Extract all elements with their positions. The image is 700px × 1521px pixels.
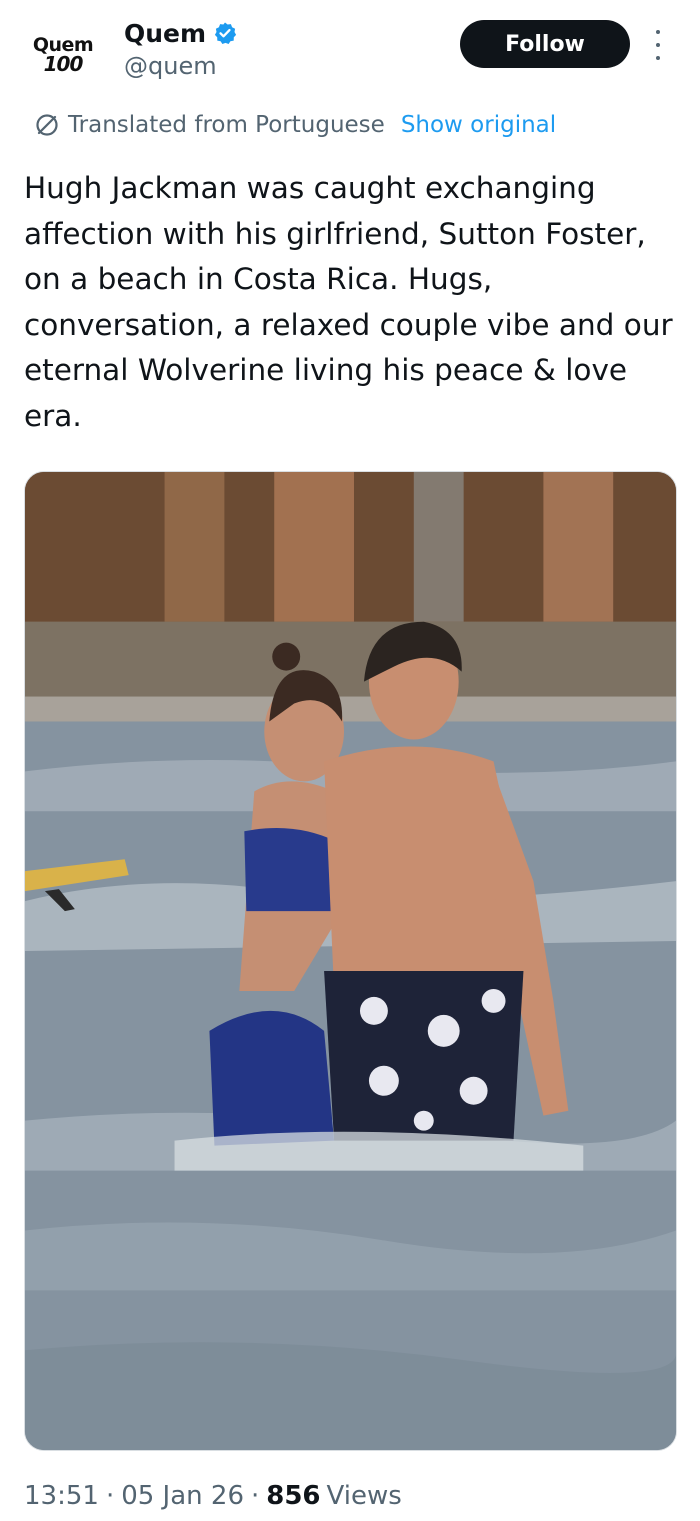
translated-from-label: Translated from Portuguese [68,112,385,138]
display-name-row: Quem [124,16,237,50]
avatar[interactable]: Quem 100 [24,24,102,84]
account-names[interactable]: Quem @quem [124,16,237,80]
tweet-date[interactable]: 05 Jan 26 [121,1481,244,1511]
show-original-link[interactable]: Show original [401,112,556,138]
meta-separator: · [105,1481,115,1511]
tweet-photo[interactable] [24,471,677,1451]
more-dot [656,56,660,60]
views-count: 856 [266,1481,321,1511]
tweet-header: Quem 100 Quem @quem Follow [0,0,700,100]
account-handle[interactable]: @quem [124,52,237,80]
follow-button[interactable]: Follow [460,20,630,68]
meta-separator: · [250,1481,260,1511]
tweet-time[interactable]: 13:51 [24,1481,99,1511]
beach-couple-photo [25,472,676,1450]
views-label: Views [326,1481,402,1511]
tweet-text: Hugh Jackman was caught exchanging affec… [24,171,673,433]
more-vertical-icon[interactable] [648,30,668,60]
translate-icon [34,112,60,138]
more-dot [656,43,660,47]
display-name[interactable]: Quem [124,19,206,48]
more-dot [656,30,660,34]
verified-badge-icon [213,21,237,45]
tweet-meta: 13:51 · 05 Jan 26 · 856 Views [24,1476,402,1516]
avatar-logo-text-bottom: 100 [43,52,84,76]
translation-bar: Translated from Portuguese Show original [34,108,556,142]
